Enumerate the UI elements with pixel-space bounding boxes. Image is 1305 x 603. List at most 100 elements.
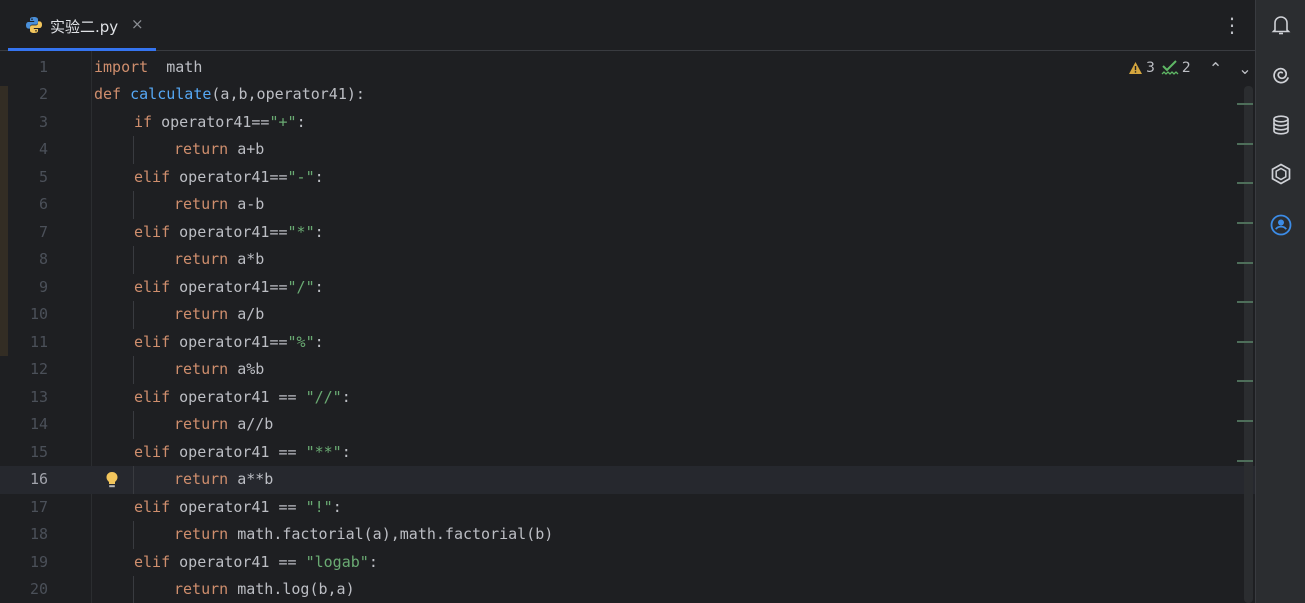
code-token: a//b — [228, 415, 274, 433]
code-text: return a**b — [174, 466, 273, 494]
indent-guide — [133, 466, 134, 494]
next-highlight-icon[interactable]: ⌄ — [1238, 59, 1251, 78]
code-line[interactable]: 3 if operator41=="+": — [0, 109, 1255, 137]
code-token: "!" — [305, 497, 333, 516]
code-line[interactable]: 8 return a*b — [0, 246, 1255, 274]
line-number[interactable]: 7 — [8, 219, 48, 247]
code-text: def calculate(a,b,operator41): — [94, 81, 365, 109]
stripe-mark[interactable] — [1237, 182, 1253, 184]
code-token: import — [94, 57, 149, 76]
tab-more-menu-icon[interactable]: ⋮ — [1222, 13, 1242, 37]
plugin-hexagon-icon[interactable] — [1269, 162, 1293, 186]
code-line[interactable]: 20 return math.log(b,a) — [0, 576, 1255, 603]
code-token: operator41 == — [170, 387, 306, 406]
line-number[interactable]: 4 — [8, 136, 48, 164]
line-number[interactable]: 20 — [8, 576, 48, 603]
code-line[interactable]: 7 elif operator41=="*": — [0, 219, 1255, 247]
code-text: elif operator41=="*": — [134, 219, 324, 247]
lightbulb-icon[interactable] — [104, 471, 120, 489]
line-number[interactable]: 13 — [8, 384, 48, 412]
code-token: elif — [134, 277, 171, 296]
typos-count: 2 — [1181, 60, 1191, 76]
line-number[interactable]: 19 — [8, 549, 48, 577]
stripe-mark[interactable] — [1237, 222, 1253, 224]
line-number[interactable]: 17 — [8, 494, 48, 522]
warnings-count: 3 — [1146, 60, 1155, 76]
code-line[interactable]: 19 elif operator41 == "logab": — [0, 549, 1255, 577]
stripe-mark[interactable] — [1237, 460, 1253, 462]
editor-scrollbar[interactable] — [1244, 86, 1253, 603]
code-token: return — [174, 360, 229, 378]
stripe-mark[interactable] — [1237, 262, 1253, 264]
code-text: elif operator41 == "logab": — [134, 549, 378, 577]
code-line[interactable]: 6 return a-b — [0, 191, 1255, 219]
line-number[interactable]: 9 — [8, 274, 48, 302]
indent-guide — [133, 356, 134, 384]
warnings-indicator[interactable]: 3 — [1128, 60, 1155, 76]
line-number[interactable]: 15 — [8, 439, 48, 467]
code-line[interactable]: 14 return a//b — [0, 411, 1255, 439]
line-number[interactable]: 18 — [8, 521, 48, 549]
tab-close-icon[interactable]: × — [131, 15, 144, 33]
line-number[interactable]: 14 — [8, 411, 48, 439]
code-text: return a%b — [174, 356, 264, 384]
inspection-widget[interactable]: 3 2 ⌃ ⌄ — [1128, 58, 1252, 78]
code-token: a-b — [228, 195, 265, 213]
indent-guide — [133, 191, 134, 219]
code-line[interactable]: 9 elif operator41=="/": — [0, 274, 1255, 302]
tab-file[interactable]: 实验二.py × — [8, 0, 156, 51]
code-line[interactable]: 13 elif operator41 == "//": — [0, 384, 1255, 412]
code-token: operator41== — [170, 222, 288, 241]
code-token: : — [314, 167, 324, 186]
code-text: return a+b — [174, 136, 264, 164]
code-token: "logab" — [305, 552, 369, 571]
code-text: elif operator41=="-": — [134, 164, 324, 192]
code-line[interactable]: 15 elif operator41 == "**": — [0, 439, 1255, 467]
code-token: operator41== — [152, 112, 270, 131]
code-line[interactable]: 1 import math — [0, 54, 1255, 82]
indent-guide — [133, 136, 134, 164]
previous-highlight-icon[interactable]: ⌃ — [1209, 59, 1222, 78]
line-number[interactable]: 8 — [8, 246, 48, 274]
line-number[interactable]: 6 — [8, 191, 48, 219]
line-number[interactable]: 5 — [8, 164, 48, 192]
line-number[interactable]: 11 — [8, 329, 48, 357]
database-icon[interactable] — [1269, 113, 1293, 137]
line-number[interactable]: 3 — [8, 109, 48, 137]
code-line[interactable]: 4 return a+b — [0, 136, 1255, 164]
ai-assistant-spiral-icon[interactable] — [1269, 63, 1293, 87]
code-line[interactable]: 11 elif operator41=="%": — [0, 329, 1255, 357]
code-line[interactable]: 5 elif operator41=="-": — [0, 164, 1255, 192]
code-editor[interactable]: 1 import math 2 def calculate(a,b,operator4… — [0, 51, 1255, 603]
code-token: a/b — [228, 305, 265, 323]
code-token: a*b — [228, 250, 265, 268]
code-text: return a//b — [174, 411, 273, 439]
code-line[interactable]: 16 return a**b — [0, 466, 1255, 494]
stripe-mark[interactable] — [1237, 380, 1253, 382]
line-number[interactable]: 10 — [8, 301, 48, 329]
account-icon[interactable] — [1269, 213, 1293, 237]
code-token: a+b — [228, 140, 265, 158]
code-line[interactable]: 12 return a%b — [0, 356, 1255, 384]
code-line[interactable]: 10 return a/b — [0, 301, 1255, 329]
stripe-mark[interactable] — [1237, 143, 1253, 145]
stripe-mark[interactable] — [1237, 301, 1253, 303]
code-line[interactable]: 17 elif operator41 == "!": — [0, 494, 1255, 522]
code-token: "/" — [287, 277, 315, 296]
python-file-icon — [26, 17, 42, 33]
stripe-mark[interactable] — [1237, 341, 1253, 343]
code-text: return a*b — [174, 246, 264, 274]
line-number[interactable]: 1 — [8, 54, 48, 82]
notifications-bell-icon[interactable] — [1269, 13, 1293, 37]
code-line[interactable]: 2 def calculate(a,b,operator41): — [0, 81, 1255, 109]
typos-indicator[interactable]: 2 — [1161, 60, 1191, 76]
line-number[interactable]: 12 — [8, 356, 48, 384]
line-number[interactable]: 16 — [8, 466, 48, 494]
code-token: if — [134, 112, 153, 131]
stripe-mark[interactable] — [1237, 420, 1253, 422]
code-line[interactable]: 18 return math.factorial(a),math.factoria… — [0, 521, 1255, 549]
line-number[interactable]: 2 — [8, 81, 48, 109]
code-text: return a/b — [174, 301, 264, 329]
stripe-mark[interactable] — [1237, 103, 1253, 105]
code-token: : — [341, 387, 351, 406]
